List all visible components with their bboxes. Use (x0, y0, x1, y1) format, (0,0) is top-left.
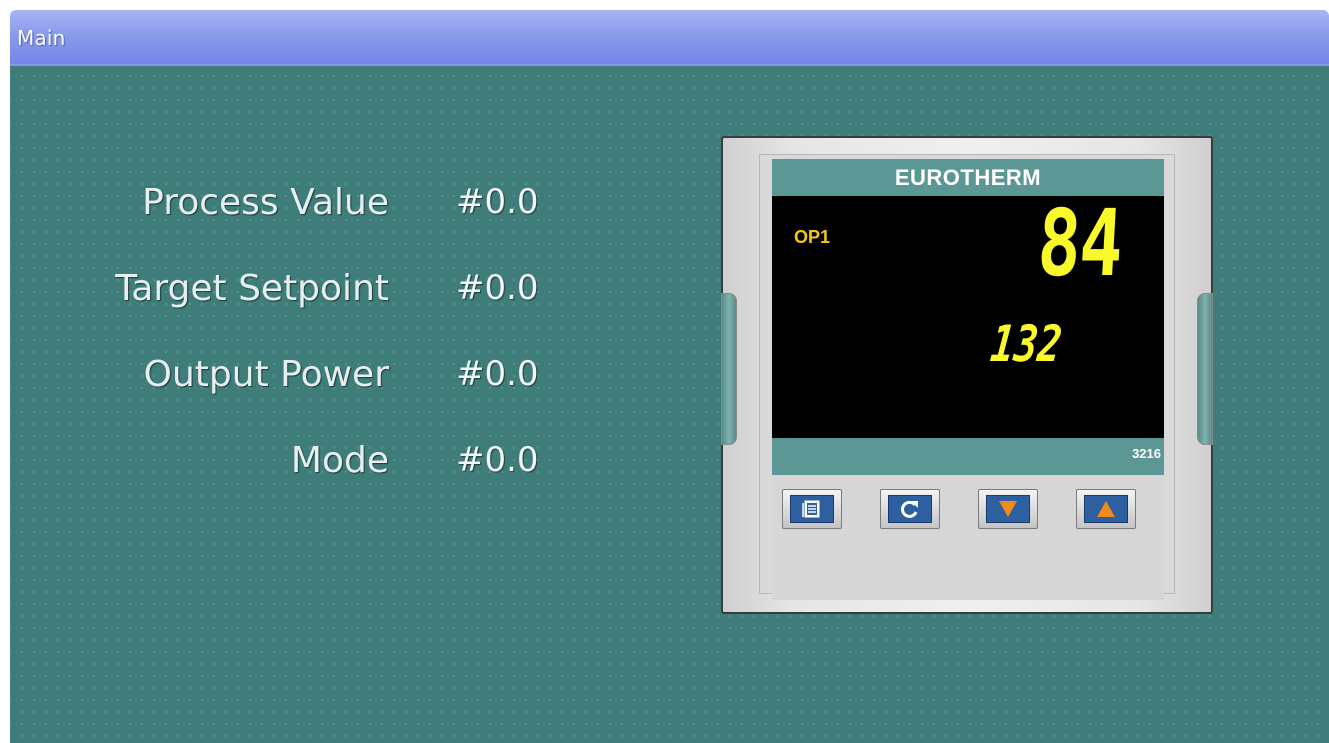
scroll-button[interactable] (880, 489, 940, 529)
target-setpoint-readout: #0.0 (456, 268, 539, 308)
op1-indicator: OP1 (794, 227, 831, 247)
process-value-label: Process Value (142, 182, 389, 223)
left-mounting-clip (721, 293, 737, 445)
mode-label: Mode (290, 440, 389, 481)
page-icon (802, 500, 820, 518)
target-setpoint-label: Target Setpoint (115, 268, 389, 309)
page-button[interactable] (782, 489, 842, 529)
process-value-readout: #0.0 (456, 182, 539, 222)
main-panel: Process Value #0.0 Target Setpoint #0.0 … (10, 66, 1329, 743)
title-bar[interactable]: Main (10, 10, 1329, 66)
model-bar: 3216 (772, 438, 1164, 475)
up-button[interactable] (1076, 489, 1136, 529)
output-power-readout: #0.0 (456, 354, 539, 394)
eurotherm-controller: EUROTHERM OP1 84 132 3216 (721, 136, 1213, 614)
keypad (772, 475, 1164, 600)
main-reading: 84 (1035, 190, 1125, 297)
down-button[interactable] (978, 489, 1038, 529)
right-mounting-clip (1197, 293, 1213, 445)
scroll-icon (901, 500, 918, 518)
mode-readout: #0.0 (456, 440, 539, 480)
window-title: Main (17, 26, 66, 50)
down-arrow-icon (999, 501, 1017, 517)
output-power-label: Output Power (143, 354, 389, 395)
main-window: Main Process Value #0.0 Target Setpoint … (10, 10, 1329, 743)
controller-display: OP1 84 132 (772, 190, 1164, 438)
up-arrow-icon (1097, 501, 1115, 517)
model-number: 3216 (1132, 446, 1161, 461)
secondary-reading: 132 (987, 315, 1065, 373)
